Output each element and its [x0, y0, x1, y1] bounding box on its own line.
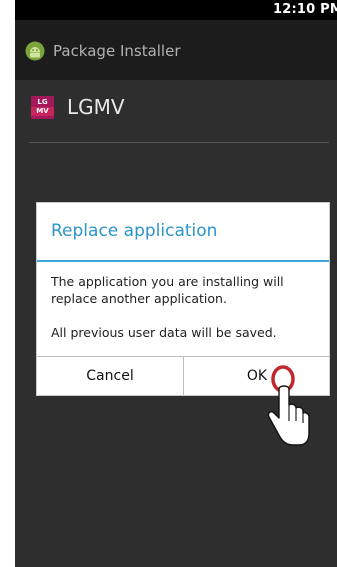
- dialog-title: Replace application: [51, 221, 218, 241]
- android-installer-icon: [25, 41, 45, 61]
- dialog-message: The application you are installing will …: [51, 273, 321, 341]
- tap-hint-icon: [262, 365, 312, 455]
- dialog-message-line-1: The application you are installing will …: [51, 274, 284, 306]
- app-title: Package Installer: [53, 42, 181, 60]
- status-clock: 12:10 PM: [273, 2, 337, 17]
- status-bar: 12:10 PM: [15, 0, 337, 20]
- package-name: LGMV: [67, 95, 125, 119]
- dialog-title-divider: [37, 260, 329, 262]
- cancel-button[interactable]: Cancel: [37, 357, 183, 395]
- lgmv-app-icon: LG MV: [31, 96, 54, 119]
- dialog-message-line-2: All previous user data will be saved.: [51, 325, 277, 340]
- app-bar: Package Installer: [15, 20, 337, 80]
- header-divider: [29, 142, 329, 143]
